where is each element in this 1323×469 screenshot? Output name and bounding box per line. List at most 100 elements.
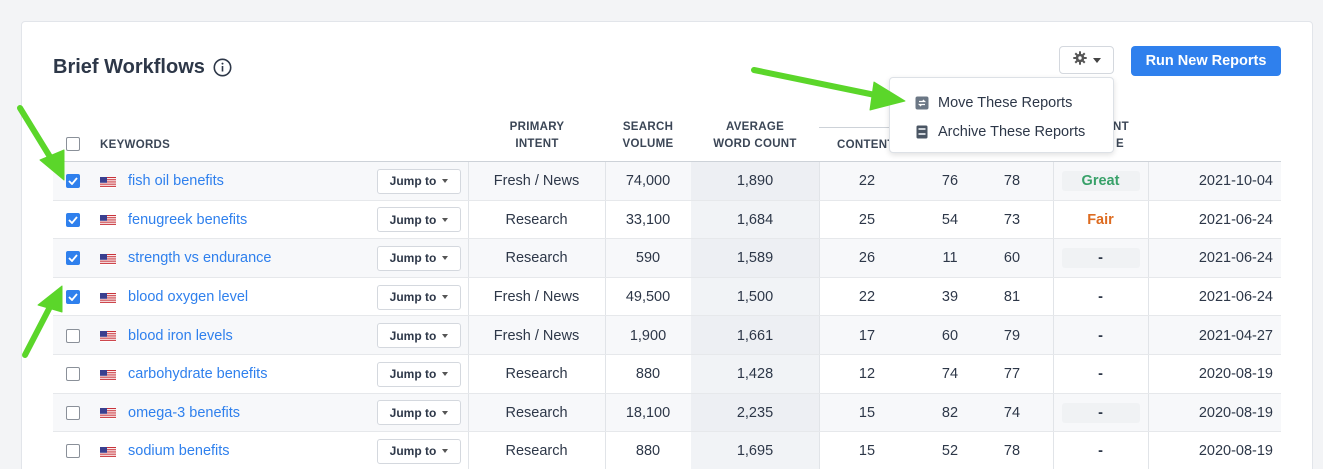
metric-cell: 52 bbox=[941, 443, 959, 460]
word-count-cell: 1,428 bbox=[736, 366, 774, 383]
date-cell: 2020-08-19 bbox=[1198, 366, 1273, 383]
metric-cell: 60 bbox=[941, 327, 959, 344]
jump-to-dropdown[interactable]: Jump to bbox=[377, 323, 461, 349]
chevron-down-icon bbox=[442, 295, 449, 300]
row-checkbox[interactable] bbox=[66, 405, 80, 420]
word-count-cell: 1,589 bbox=[736, 250, 774, 267]
settings-dropdown-button[interactable] bbox=[1059, 46, 1114, 74]
header-average-word-count[interactable]: AVERAGE WORD COUNT bbox=[700, 119, 810, 153]
keyword-link[interactable]: blood oxygen level bbox=[128, 289, 248, 305]
table-row[interactable]: blood oxygen level Jump to Fresh / News 49,… bbox=[53, 277, 1281, 317]
header-partial-line1: NT bbox=[1113, 121, 1129, 133]
table-row[interactable]: fish oil benefits Jump to Fresh / News 74,0… bbox=[53, 162, 1281, 201]
chevron-down-icon bbox=[442, 217, 449, 222]
jump-to-dropdown[interactable]: Jump to bbox=[377, 245, 461, 271]
header-average-word-count-line1: AVERAGE bbox=[725, 121, 785, 133]
grade-badge: - bbox=[1098, 327, 1103, 344]
chevron-down-icon bbox=[442, 333, 449, 338]
table-row[interactable]: carbohydrate benefits Jump to Research 880 1… bbox=[53, 354, 1281, 394]
header-primary-intent[interactable]: PRIMARY INTENT bbox=[490, 119, 584, 153]
page-title-wrap: Brief Workflows bbox=[53, 56, 232, 79]
intent-cell: Research bbox=[505, 404, 568, 421]
jump-to-dropdown[interactable]: Jump to bbox=[377, 361, 461, 387]
jump-to-dropdown[interactable]: Jump to bbox=[377, 168, 461, 194]
row-checkbox[interactable] bbox=[66, 174, 80, 189]
keyword-link[interactable]: blood iron levels bbox=[128, 328, 233, 344]
date-cell: 2020-08-19 bbox=[1198, 443, 1273, 460]
content-score-cell: 15 bbox=[858, 404, 876, 421]
keyword-link[interactable]: fish oil benefits bbox=[128, 173, 224, 189]
row-checkbox[interactable] bbox=[66, 251, 80, 266]
table-row[interactable]: fenugreek benefits Jump to Research 33,100 1… bbox=[53, 200, 1281, 240]
word-count-cell: 1,661 bbox=[736, 327, 774, 344]
metric-cell: 11 bbox=[942, 250, 958, 267]
jump-to-dropdown[interactable]: Jump to bbox=[377, 284, 461, 310]
gear-icon bbox=[1072, 50, 1087, 70]
select-all-checkbox-wrap bbox=[66, 133, 80, 155]
menu-item-archive-reports[interactable]: Archive These Reports bbox=[890, 117, 1113, 146]
us-flag-icon bbox=[100, 407, 116, 420]
jump-to-dropdown[interactable]: Jump to bbox=[377, 438, 461, 464]
word-count-cell: 2,235 bbox=[736, 404, 774, 421]
column-divider bbox=[819, 162, 820, 200]
intent-cell: Research bbox=[505, 250, 568, 267]
keyword-link[interactable]: strength vs endurance bbox=[128, 250, 271, 266]
metric-cell: 39 bbox=[941, 289, 959, 306]
menu-item-move-reports[interactable]: Move These Reports bbox=[890, 88, 1113, 117]
select-all-checkbox[interactable] bbox=[66, 137, 80, 151]
run-new-reports-button[interactable]: Run New Reports bbox=[1131, 46, 1281, 76]
row-checkbox[interactable] bbox=[66, 367, 80, 382]
row-checkbox[interactable] bbox=[66, 444, 80, 459]
header-search-volume-line2: VOLUME bbox=[622, 138, 674, 150]
grade-badge: - bbox=[1098, 443, 1103, 460]
table-row[interactable]: omega-3 benefits Jump to Research 18,100 2,2… bbox=[53, 393, 1281, 433]
keyword-link[interactable]: fenugreek benefits bbox=[128, 212, 247, 228]
jump-to-label: Jump to bbox=[389, 290, 437, 305]
metric-cell: 78 bbox=[1003, 443, 1021, 460]
metric-cell: 76 bbox=[941, 173, 959, 190]
row-checkbox[interactable] bbox=[66, 328, 80, 343]
column-divider bbox=[819, 354, 820, 393]
content-score-cell: 22 bbox=[858, 173, 876, 190]
metric-cell: 60 bbox=[1003, 250, 1021, 267]
jump-to-label: Jump to bbox=[389, 367, 437, 382]
header-keywords[interactable]: KEYWORDS bbox=[100, 137, 170, 154]
table-row[interactable]: strength vs endurance Jump to Research 590 1… bbox=[53, 239, 1281, 278]
jump-to-label: Jump to bbox=[389, 174, 437, 189]
jump-to-dropdown[interactable]: Jump to bbox=[377, 207, 461, 233]
jump-to-label: Jump to bbox=[389, 405, 437, 420]
volume-cell: 590 bbox=[635, 250, 661, 267]
metric-cell: 78 bbox=[1003, 173, 1021, 190]
keyword-link[interactable]: sodium benefits bbox=[128, 443, 230, 459]
volume-cell: 1,900 bbox=[629, 327, 667, 344]
table-row[interactable]: sodium benefits Jump to Research 880 1,695 15… bbox=[53, 432, 1281, 469]
info-icon[interactable] bbox=[213, 58, 232, 77]
date-cell: 2020-08-19 bbox=[1198, 404, 1273, 421]
keyword-link[interactable]: carbohydrate benefits bbox=[128, 366, 267, 382]
column-group-divider bbox=[819, 127, 889, 128]
chevron-down-icon bbox=[442, 410, 449, 415]
metric-cell: 82 bbox=[941, 404, 959, 421]
metric-cell: 74 bbox=[941, 366, 959, 383]
volume-cell: 49,500 bbox=[625, 289, 671, 306]
chevron-down-icon bbox=[1092, 57, 1101, 63]
column-divider bbox=[819, 200, 820, 239]
chevron-down-icon bbox=[442, 179, 449, 184]
column-divider bbox=[819, 432, 820, 469]
keyword-link[interactable]: omega-3 benefits bbox=[128, 405, 240, 421]
header-partial[interactable]: NT E bbox=[1113, 119, 1129, 153]
header-content[interactable]: CONTENT bbox=[837, 137, 895, 154]
row-checkbox[interactable] bbox=[66, 212, 80, 227]
intent-cell: Fresh / News bbox=[493, 173, 580, 190]
word-count-cell: 1,695 bbox=[736, 443, 774, 460]
jump-to-dropdown[interactable]: Jump to bbox=[377, 400, 461, 426]
table-row[interactable]: blood iron levels Jump to Fresh / News 1,90… bbox=[53, 316, 1281, 355]
move-icon bbox=[915, 96, 929, 110]
row-checkbox[interactable] bbox=[66, 290, 80, 305]
intent-cell: Research bbox=[505, 443, 568, 460]
metric-cell: 73 bbox=[1003, 211, 1021, 228]
header-search-volume[interactable]: SEARCH VOLUME bbox=[605, 119, 691, 153]
us-flag-icon bbox=[100, 292, 116, 304]
us-flag-icon bbox=[100, 253, 116, 265]
volume-cell: 880 bbox=[635, 366, 661, 383]
